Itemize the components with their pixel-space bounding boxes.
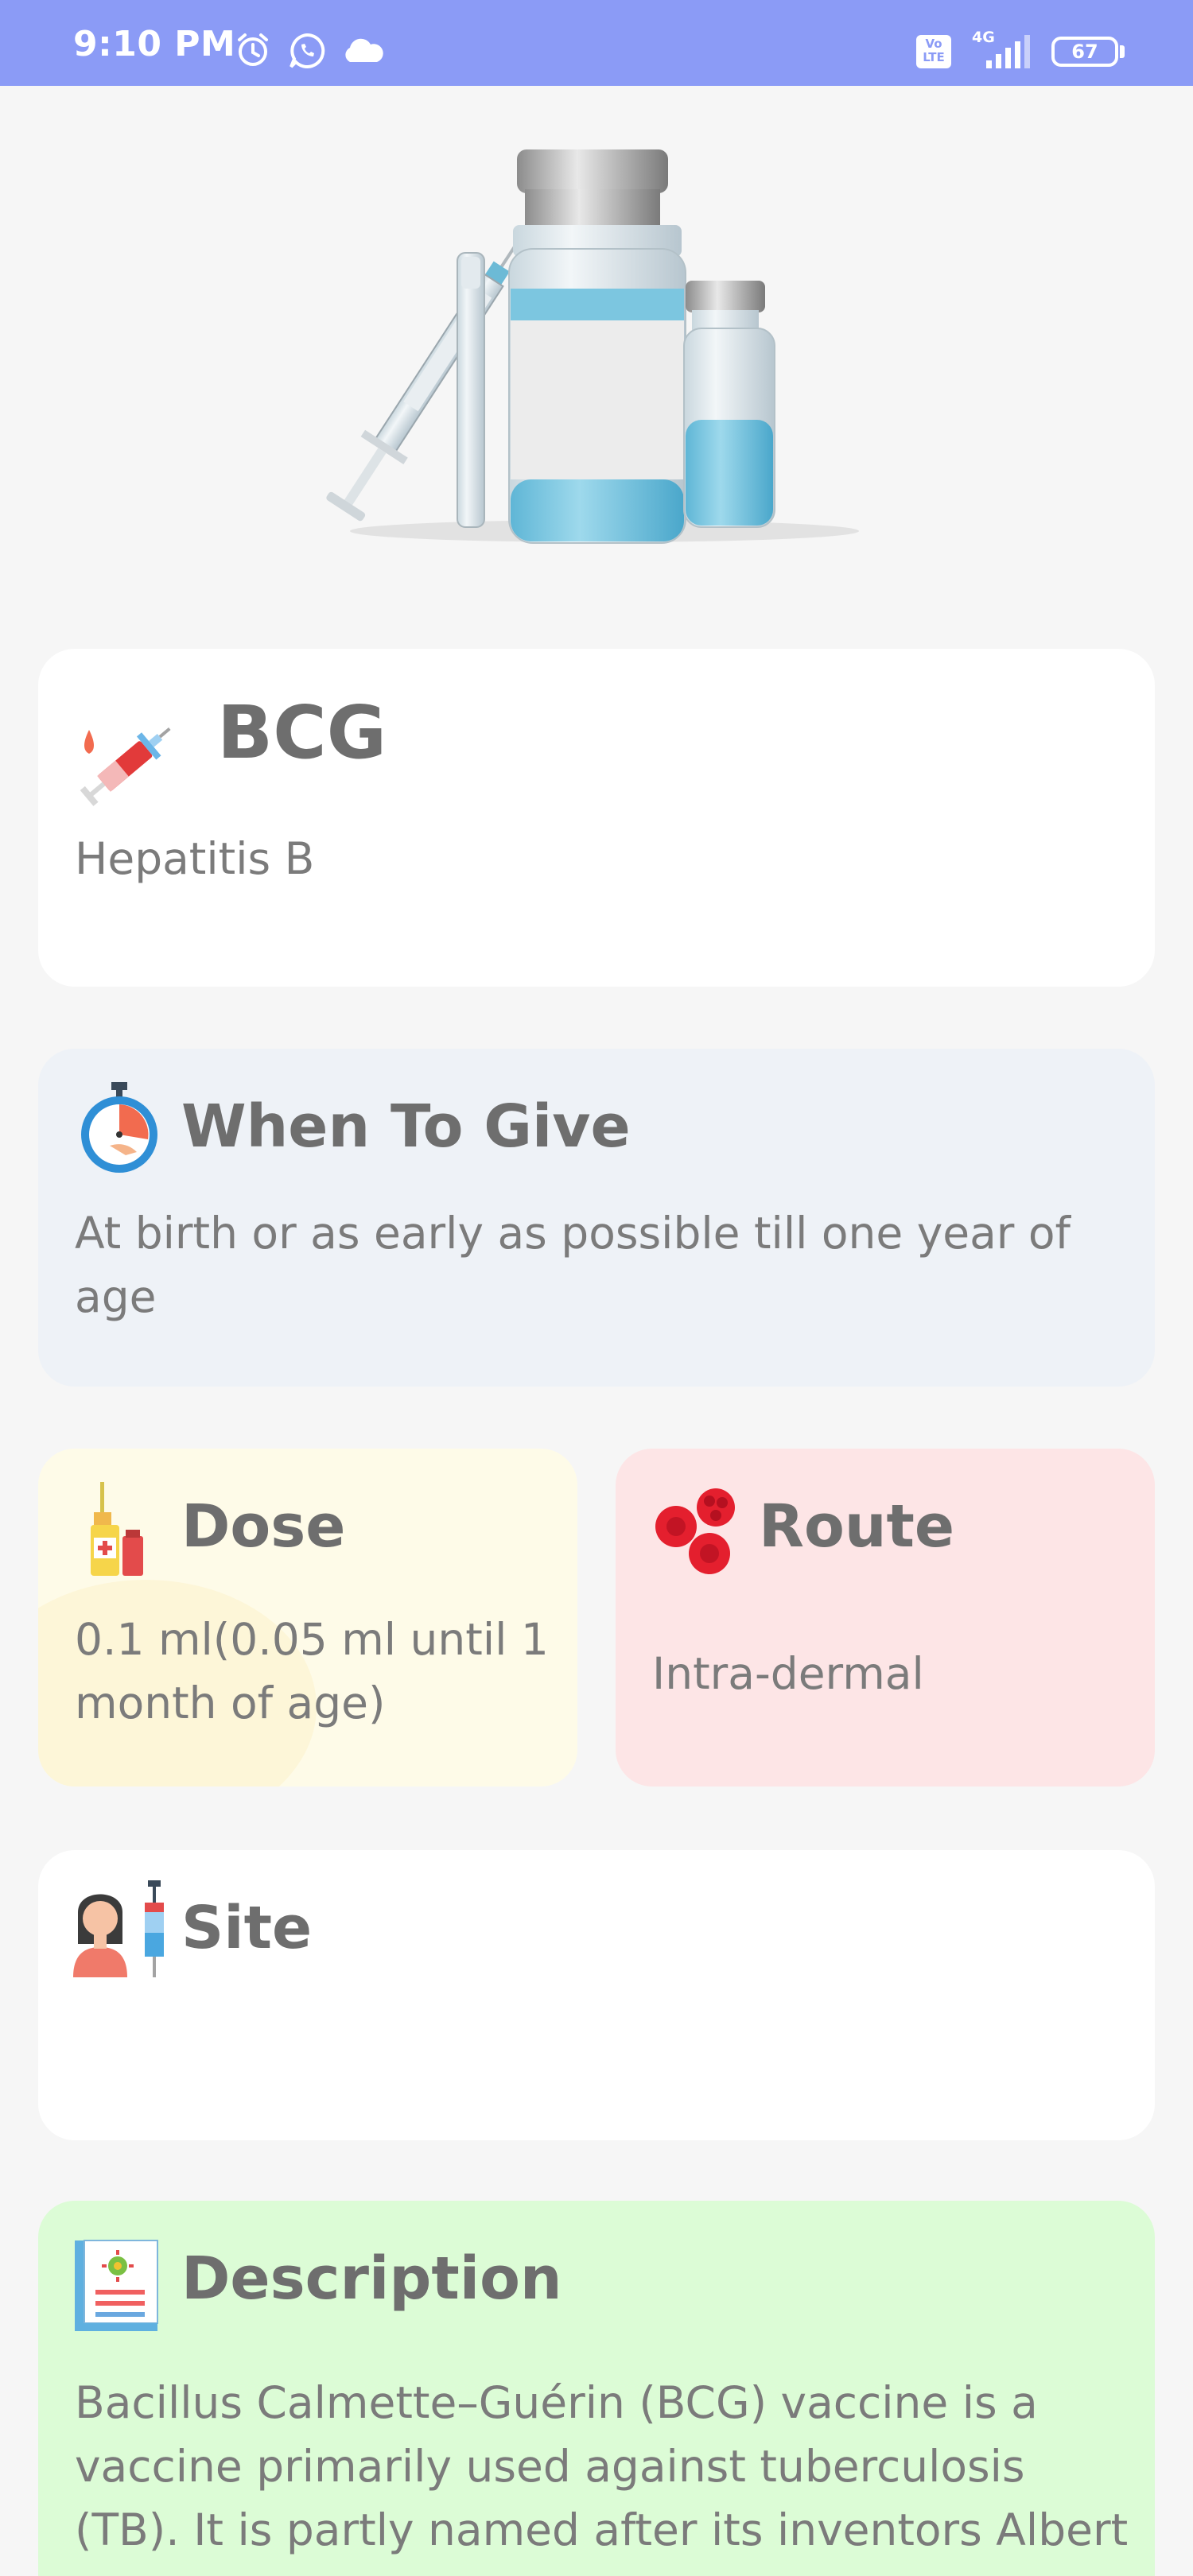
description-text: Bacillus Calmette–Guérin (BCG) vaccine i… [75, 2377, 1129, 2555]
volte-label: Vo LTE [923, 37, 945, 64]
vaccine-name: BCG [217, 690, 387, 775]
blood-cells-icon [655, 1488, 735, 1574]
stopwatch-icon [81, 1082, 157, 1173]
medicine-bottle-icon [91, 1482, 143, 1576]
document-icon [75, 2240, 158, 2331]
route-title: Route [759, 1492, 955, 1561]
battery-icon: 67 [1051, 37, 1118, 67]
site-title: Site [181, 1894, 313, 1962]
when-to-give-text: At birth or as early as possible till on… [75, 1208, 1071, 1322]
when-to-give-title: When To Give [181, 1092, 631, 1161]
status-time: 9:10 PM [73, 24, 236, 64]
status-bar: 9:10 PM Vo LTE 4G 67 [0, 0, 1193, 86]
person-injection-icon [73, 1880, 164, 1977]
cloud-icon [345, 38, 383, 62]
battery-level: 67 [1071, 41, 1098, 63]
vaccine-subtitle: Hepatitis B [75, 833, 315, 884]
route-text: Intra-dermal [652, 1648, 924, 1699]
route-card: Route Intra-dermal [616, 1449, 1155, 1787]
description-title: Description [181, 2244, 562, 2313]
site-card: Site [38, 1850, 1155, 2140]
syringe-icon [80, 727, 171, 806]
vaccine-vials-illustration [326, 149, 859, 544]
dose-card: Dose 0.1 ml(0.05 ml until 1 month of age… [38, 1449, 577, 1787]
battery-tip [1120, 45, 1125, 58]
dose-title: Dose [181, 1492, 346, 1561]
description-card: Description Bacillus Calmette–Guérin (BC… [38, 2201, 1155, 2576]
dose-text: 0.1 ml(0.05 ml until 1 month of age) [75, 1614, 549, 1728]
when-to-give-card: When To Give At birth or as early as pos… [38, 1049, 1155, 1387]
volte-icon: Vo LTE [916, 35, 951, 68]
signal-icon [986, 35, 1030, 68]
vaccine-name-card: BCG Hepatitis B [38, 649, 1155, 987]
alarm-icon [238, 33, 268, 66]
whatsapp-icon [290, 33, 325, 68]
